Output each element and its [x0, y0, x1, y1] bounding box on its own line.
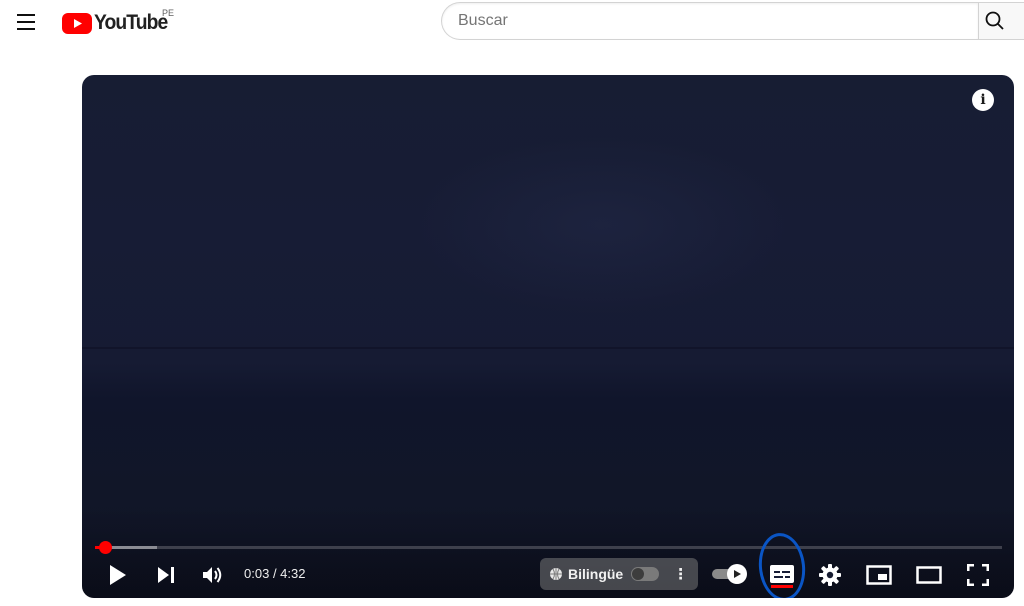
autoplay-toggle[interactable]	[712, 564, 748, 584]
translate-icon	[549, 567, 563, 581]
video-frame-sky	[412, 135, 792, 315]
theater-mode-button[interactable]	[914, 561, 944, 589]
progress-bar[interactable]	[95, 541, 1002, 554]
volume-icon	[203, 567, 222, 583]
fullscreen-button[interactable]	[964, 561, 992, 589]
youtube-logo-icon	[62, 12, 92, 34]
youtube-logo[interactable]: YouTube	[62, 11, 174, 35]
time-display: 0:03 / 4:32	[244, 565, 305, 583]
next-icon	[158, 567, 174, 583]
bilingual-subtitles-chip[interactable]: Bilingüe ⋮	[540, 558, 698, 590]
fullscreen-icon	[967, 564, 989, 586]
search-bar	[441, 2, 1024, 42]
subtitles-icon	[770, 565, 794, 583]
menu-button[interactable]	[10, 6, 42, 38]
settings-button[interactable]	[816, 561, 844, 589]
progress-scrubber[interactable]	[98, 541, 112, 554]
bilingual-toggle[interactable]	[631, 567, 660, 581]
info-icon[interactable]: i	[972, 89, 994, 111]
subtitles-button[interactable]	[767, 562, 797, 586]
play-icon	[110, 565, 126, 585]
autoplay-icon	[727, 564, 747, 584]
search-button[interactable]	[977, 2, 1024, 40]
more-vert-icon[interactable]: ⋮	[673, 565, 688, 583]
country-code: PE	[162, 8, 175, 18]
duration: 4:32	[280, 566, 306, 581]
settings-icon	[819, 564, 841, 586]
volume-button[interactable]	[198, 561, 228, 589]
video-player[interactable]: i 0:03 / 4:32 Bilingüe ⋮	[82, 75, 1014, 598]
search-icon	[985, 11, 1004, 30]
next-button[interactable]	[152, 562, 180, 588]
theater-mode-icon	[916, 566, 942, 584]
video-frame-horizon	[82, 347, 1014, 349]
menu-icon	[17, 14, 35, 16]
bilingual-label: Bilingüe	[568, 566, 624, 582]
subtitles-active-indicator	[771, 585, 793, 588]
logo-text: YouTube	[94, 11, 168, 34]
miniplayer-icon	[866, 565, 892, 585]
search-input[interactable]	[441, 2, 978, 40]
bilingual-toggle-knob	[632, 568, 645, 580]
current-time: 0:03	[244, 566, 270, 581]
miniplayer-button[interactable]	[864, 561, 894, 589]
play-button[interactable]	[104, 562, 132, 588]
